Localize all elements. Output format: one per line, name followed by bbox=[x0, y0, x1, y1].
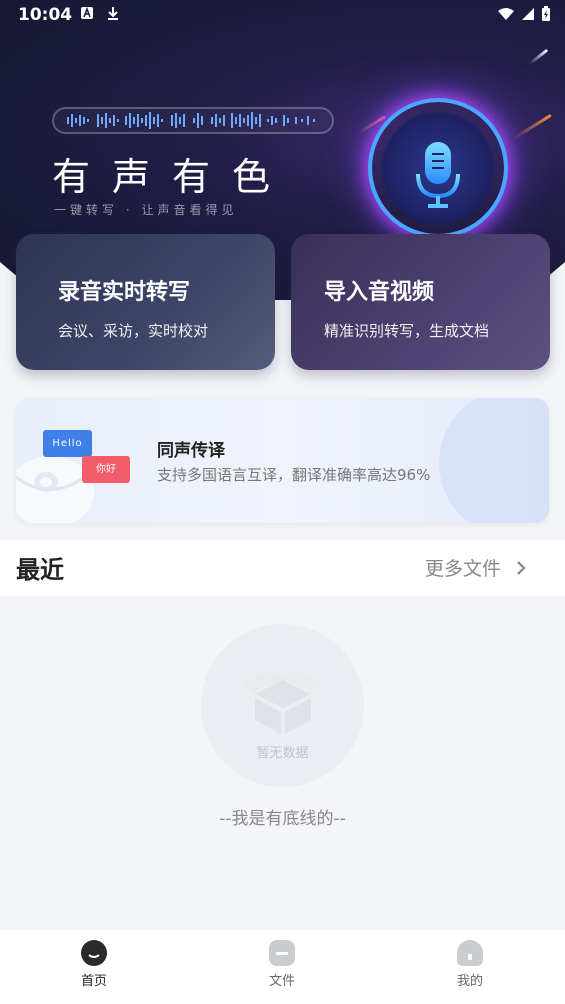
tab-label: 首页 bbox=[80, 974, 107, 989]
bottom-tab-bar: 首页 文件 我的 bbox=[0, 929, 565, 1004]
mic-ring bbox=[372, 102, 504, 234]
card-title: 导入音视频 bbox=[324, 280, 435, 305]
microphone-icon bbox=[416, 142, 460, 208]
empty-illustration: 暂无数据 bbox=[201, 624, 364, 787]
banner-title: 同声传译 bbox=[157, 441, 225, 461]
tab-home[interactable]: 首页 bbox=[54, 940, 134, 989]
folder-icon bbox=[269, 940, 295, 966]
user-icon bbox=[457, 940, 483, 966]
tab-label: 文件 bbox=[268, 974, 295, 989]
signal-icon bbox=[522, 8, 534, 20]
more-files-label: 更多文件 bbox=[424, 558, 501, 580]
recent-header: 最近 更多文件 bbox=[0, 540, 565, 596]
battery-icon bbox=[542, 6, 550, 21]
decor-circle bbox=[439, 398, 549, 523]
import-media-card[interactable]: 导入音视频 精准识别转写，生成文档 bbox=[291, 234, 550, 370]
simultaneous-translation-banner[interactable]: Hello 你好 同声传译 支持多国语言互译，翻译准确率高达96% bbox=[16, 398, 549, 523]
chevron-right-icon bbox=[517, 561, 526, 575]
notification-a-icon bbox=[81, 6, 93, 19]
card-subtitle: 会议、采访，实时校对 bbox=[58, 322, 209, 340]
waveform-icon bbox=[67, 112, 315, 129]
record-transcribe-card[interactable]: 录音实时转写 会议、采访，实时校对 bbox=[16, 234, 275, 370]
tab-files[interactable]: 文件 bbox=[242, 940, 322, 989]
empty-box-icon bbox=[243, 670, 323, 734]
more-files-link[interactable]: 更多文件 bbox=[425, 554, 527, 581]
end-of-list-text: --我是有底线的-- bbox=[219, 809, 346, 829]
recent-empty-state: 暂无数据 --我是有底线的-- bbox=[0, 596, 565, 929]
empty-text: 暂无数据 bbox=[256, 746, 309, 761]
shooting-star bbox=[529, 48, 549, 65]
card-title: 录音实时转写 bbox=[58, 280, 191, 305]
status-bar: 10:04 bbox=[0, 0, 565, 32]
hero-title: 有声有色 bbox=[52, 155, 293, 199]
wifi-icon bbox=[498, 8, 514, 20]
tab-label: 我的 bbox=[456, 974, 483, 989]
status-time: 10:04 bbox=[18, 5, 73, 25]
download-icon bbox=[108, 7, 118, 20]
banner-subtitle: 支持多国语言互译，翻译准确率高达96% bbox=[157, 466, 431, 484]
home-icon bbox=[81, 940, 107, 966]
hero-subtitle: 一键转写 · 让声音看得见 bbox=[54, 203, 238, 217]
card-subtitle: 精准识别转写，生成文档 bbox=[324, 322, 490, 340]
hello-bubble: Hello bbox=[43, 430, 92, 457]
recent-title: 最近 bbox=[16, 556, 64, 584]
tab-mine[interactable]: 我的 bbox=[430, 940, 510, 989]
waveform-pill bbox=[52, 107, 334, 134]
shooting-star bbox=[511, 113, 552, 141]
nihao-bubble: 你好 bbox=[82, 456, 130, 483]
